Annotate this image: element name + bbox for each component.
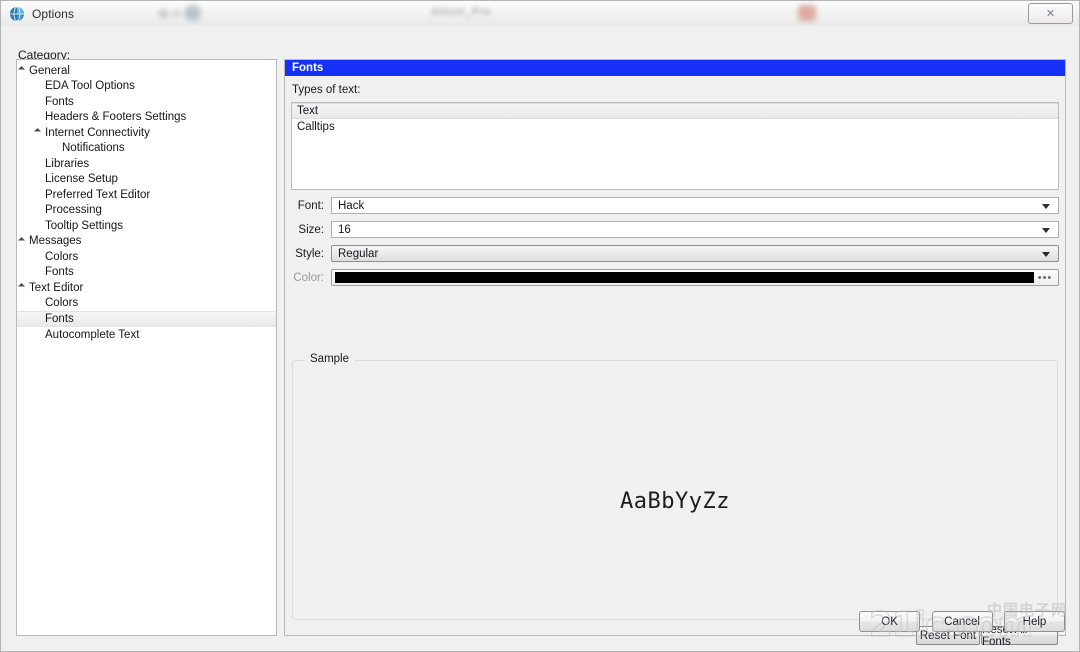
tree-item-colors[interactable]: Colors bbox=[17, 296, 276, 312]
globe-icon bbox=[9, 6, 25, 22]
tree-item-label: License Setup bbox=[45, 173, 118, 186]
tree-item-label: Colors bbox=[45, 250, 79, 263]
tree-item-general[interactable]: General bbox=[17, 63, 276, 79]
font-value: Hack bbox=[338, 199, 365, 212]
cancel-label: Cancel bbox=[944, 615, 980, 628]
tree-item-autocomplete-text[interactable]: Autocomplete Text bbox=[17, 327, 276, 343]
close-icon: ✕ bbox=[1045, 8, 1056, 20]
tree-item-headers-footers-settings[interactable]: Headers & Footers Settings bbox=[17, 110, 276, 126]
help-label: Help bbox=[1022, 615, 1047, 628]
font-label: Font: bbox=[297, 199, 324, 212]
tree-item-processing[interactable]: Processing bbox=[17, 203, 276, 219]
help-button[interactable]: Help bbox=[1004, 611, 1065, 632]
style-label: Style: bbox=[295, 247, 324, 260]
tree-item-label: Notifications bbox=[62, 142, 125, 155]
tree-item-label: Preferred Text Editor bbox=[45, 188, 151, 201]
panel-header: Fonts bbox=[285, 60, 1065, 76]
size-value: 16 bbox=[338, 223, 351, 236]
titlebar-decoration-dot-4 bbox=[185, 5, 201, 21]
expander-triangle-icon[interactable] bbox=[35, 128, 44, 137]
tree-item-label: Fonts bbox=[45, 266, 74, 279]
size-combobox[interactable]: 16 bbox=[331, 221, 1059, 238]
color-swatch[interactable] bbox=[335, 272, 1034, 283]
types-of-text-label: Types of text: bbox=[292, 84, 361, 96]
dialog-footer: OK Cancel Help bbox=[852, 611, 1065, 632]
types-list-item-label: Calltips bbox=[297, 121, 335, 133]
fonts-settings-panel: Fonts Types of text: Text Calltips Font: … bbox=[284, 59, 1066, 648]
tree-item-label: Fonts bbox=[45, 313, 74, 325]
tree-item-colors[interactable]: Colors bbox=[17, 249, 276, 265]
tree-item-tooltip-settings[interactable]: Tooltip Settings bbox=[17, 218, 276, 234]
expander-triangle-icon[interactable] bbox=[19, 283, 28, 292]
chevron-down-icon bbox=[1042, 227, 1050, 233]
style-combobox[interactable]: Regular bbox=[331, 245, 1059, 262]
tree-item-eda-tool-options[interactable]: EDA Tool Options bbox=[17, 79, 276, 95]
tree-item-notifications[interactable]: Notifications bbox=[17, 141, 276, 157]
sample-preview-text: AaBbYyZz bbox=[620, 489, 730, 514]
category-tree[interactable]: General EDA Tool Options Fonts Headers & Fo… bbox=[16, 59, 277, 636]
expander-triangle-icon[interactable] bbox=[19, 237, 28, 246]
chevron-down-icon bbox=[1042, 251, 1050, 257]
dialog-content: Category: General EDA Tool Options Fonts He… bbox=[1, 26, 1079, 651]
titlebar-blurred-label: Altium_Pro bbox=[431, 6, 491, 18]
tree-item-label: Autocomplete Text bbox=[45, 328, 140, 341]
tree-item-label: Libraries bbox=[45, 157, 90, 170]
tree-item-label: Tooltip Settings bbox=[45, 219, 123, 232]
size-row: Size: 16 bbox=[291, 221, 1059, 238]
tree-item-fonts[interactable]: Fonts bbox=[17, 265, 276, 281]
titlebar-decoration-badge bbox=[798, 5, 816, 21]
tree-item-label: Colors bbox=[45, 297, 79, 310]
types-of-text-list[interactable]: Text Calltips bbox=[291, 102, 1059, 190]
style-value: Regular bbox=[338, 247, 379, 260]
color-picker[interactable]: ••• bbox=[331, 269, 1059, 286]
ok-button[interactable]: OK bbox=[859, 611, 921, 632]
tree-item-license-setup[interactable]: License Setup bbox=[17, 172, 276, 188]
tree-item-fonts[interactable]: Fonts bbox=[17, 311, 276, 327]
font-row: Font: Hack bbox=[291, 197, 1059, 214]
tree-item-label: Headers & Footers Settings bbox=[45, 111, 187, 124]
types-list-item[interactable]: Calltips bbox=[292, 119, 1058, 135]
titlebar-decoration-dot-2 bbox=[173, 10, 180, 17]
color-label: Color: bbox=[293, 271, 324, 284]
tree-item-label: Processing bbox=[45, 204, 102, 217]
window-title: Options bbox=[32, 6, 75, 21]
tree-item-libraries[interactable]: Libraries bbox=[17, 156, 276, 172]
cancel-button[interactable]: Cancel bbox=[931, 611, 993, 632]
options-dialog-window: Options Altium_Pro ✕ Category: General ED… bbox=[0, 0, 1080, 652]
titlebar-decoration-dot-1 bbox=[159, 9, 168, 18]
ok-label: OK bbox=[881, 615, 898, 628]
tree-item-text-editor[interactable]: Text Editor bbox=[17, 280, 276, 296]
tree-item-fonts[interactable]: Fonts bbox=[17, 94, 276, 110]
chevron-down-icon bbox=[1042, 203, 1050, 209]
tree-item-label: Fonts bbox=[45, 95, 74, 108]
tree-item-messages[interactable]: Messages bbox=[17, 234, 276, 250]
size-label: Size: bbox=[298, 223, 324, 236]
close-button[interactable]: ✕ bbox=[1028, 3, 1073, 24]
style-row: Style: Regular bbox=[291, 245, 1059, 262]
types-list-item-label: Text bbox=[297, 105, 319, 117]
expander-triangle-icon[interactable] bbox=[19, 66, 28, 75]
panel-header-title: Fonts bbox=[292, 62, 324, 74]
color-browse-button[interactable]: ••• bbox=[1034, 272, 1056, 283]
tree-item-internet-connectivity[interactable]: Internet Connectivity bbox=[17, 125, 276, 141]
font-combobox[interactable]: Hack bbox=[331, 197, 1059, 214]
sample-legend: Sample bbox=[305, 353, 354, 365]
types-list-item[interactable]: Text bbox=[292, 103, 1058, 119]
tree-item-label: EDA Tool Options bbox=[45, 80, 135, 93]
sample-groupbox: Sample AaBbYyZz bbox=[292, 353, 1058, 620]
tree-item-preferred-text-editor[interactable]: Preferred Text Editor bbox=[17, 187, 276, 203]
color-row: Color: ••• bbox=[291, 269, 1059, 286]
title-bar: Options Altium_Pro ✕ bbox=[1, 1, 1079, 27]
